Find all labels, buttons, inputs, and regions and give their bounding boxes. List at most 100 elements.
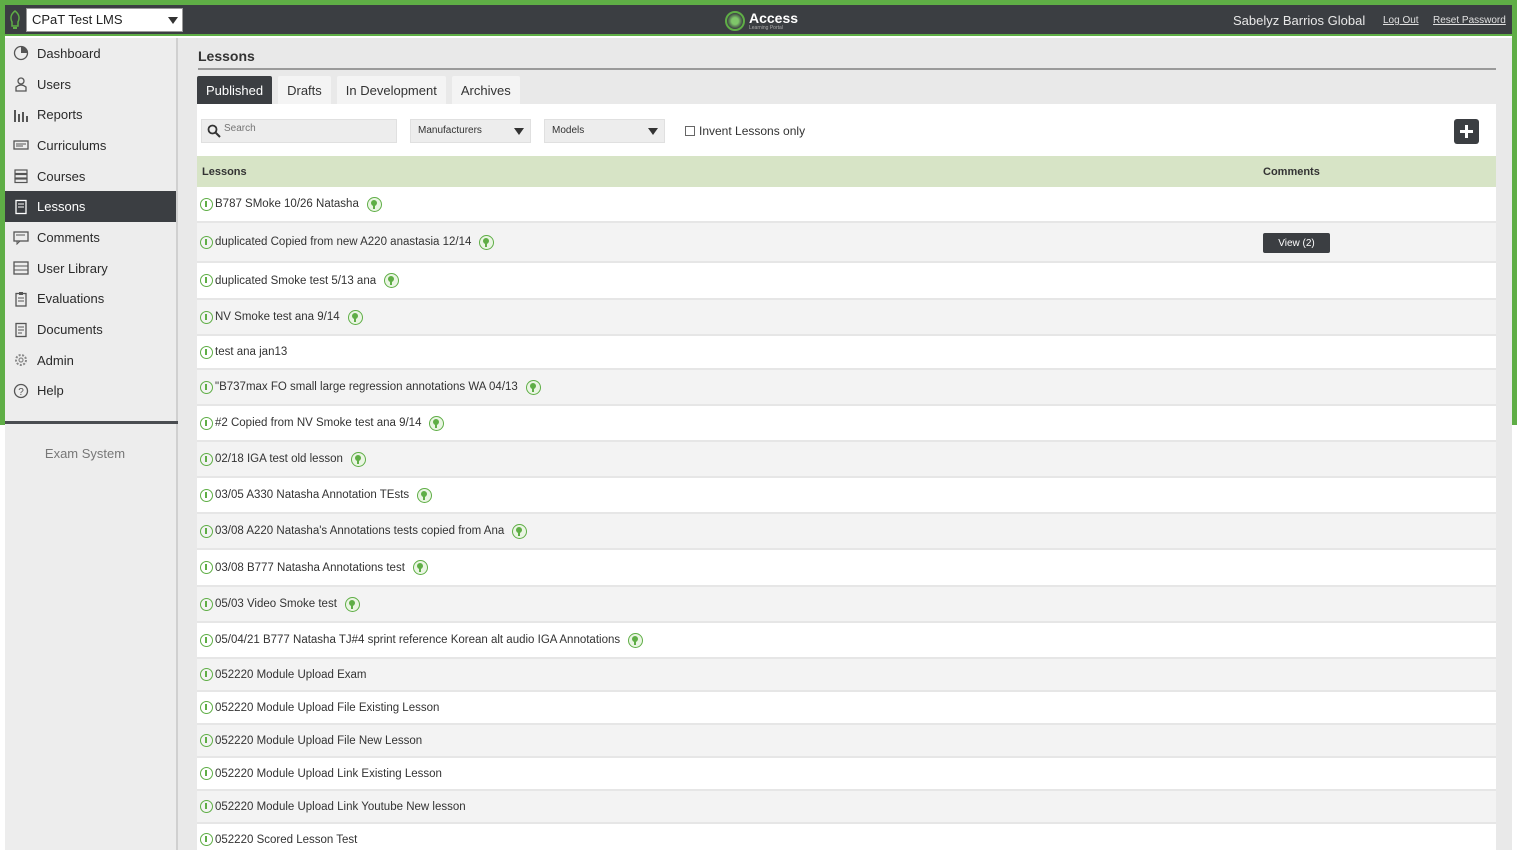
published-icon bbox=[384, 273, 400, 288]
published-icon bbox=[512, 523, 528, 539]
sidebar-item-dashboard[interactable]: Dashboard bbox=[5, 38, 176, 69]
tab-archives[interactable]: Archives bbox=[451, 76, 520, 104]
view-comments-button[interactable]: View (2) bbox=[1263, 233, 1330, 253]
reset-password-link[interactable]: Reset Password bbox=[1433, 15, 1506, 26]
sidebar-item-label: Help bbox=[37, 383, 64, 399]
lesson-type-icon bbox=[200, 488, 213, 502]
lesson-title[interactable]: 05/03 Video Smoke test bbox=[215, 598, 337, 610]
table-row[interactable]: 05/03 Video Smoke test bbox=[197, 587, 1496, 623]
dashboard-icon bbox=[13, 45, 29, 61]
published-icon bbox=[525, 379, 541, 395]
table-row[interactable]: 03/08 B777 Natasha Annotations test bbox=[197, 550, 1496, 587]
lesson-title[interactable]: 03/08 A220 Natasha's Annotations tests c… bbox=[215, 525, 504, 537]
lesson-title[interactable]: NV Smoke test ana 9/14 bbox=[215, 311, 340, 323]
table-row[interactable]: 052220 Module Upload Exam bbox=[197, 659, 1496, 692]
sidebar-item-comments[interactable]: Comments bbox=[5, 222, 176, 253]
invent-lessons-filter[interactable]: Invent Lessons only bbox=[685, 124, 805, 138]
courses-icon bbox=[13, 168, 29, 184]
sidebar-item-users[interactable]: Users bbox=[5, 69, 176, 100]
tab-published[interactable]: Published bbox=[197, 76, 273, 104]
search-box[interactable] bbox=[201, 119, 397, 143]
lesson-type-icon bbox=[200, 597, 213, 611]
table-row[interactable]: 052220 Module Upload File Existing Lesso… bbox=[197, 692, 1496, 725]
logo-text: Access bbox=[749, 9, 799, 26]
table-row[interactable]: NV Smoke test ana 9/14 bbox=[197, 300, 1496, 336]
add-lesson-button[interactable] bbox=[1454, 119, 1479, 144]
lesson-title[interactable]: 03/05 A330 Natasha Annotation TEsts bbox=[215, 489, 409, 501]
lesson-title[interactable]: #2 Copied from NV Smoke test ana 9/14 bbox=[215, 417, 421, 429]
lesson-title[interactable]: B787 SMoke 10/26 Natasha bbox=[215, 198, 359, 210]
lesson-type-icon bbox=[200, 734, 213, 747]
sidebar-item-courses[interactable]: Courses bbox=[5, 161, 176, 192]
lesson-title[interactable]: 052220 Scored Lesson Test bbox=[215, 834, 357, 846]
search-input[interactable] bbox=[224, 123, 389, 134]
sidebar-item-reports[interactable]: Reports bbox=[5, 99, 176, 130]
sidebar-item-user-library[interactable]: User Library bbox=[5, 253, 176, 284]
page-title: Lessons bbox=[198, 48, 255, 64]
table-row[interactable]: duplicated Smoke test 5/13 ana bbox=[197, 263, 1496, 300]
lesson-title[interactable]: 052220 Module Upload File New Lesson bbox=[215, 735, 422, 747]
organization-select-value: CPaT Test LMS bbox=[32, 12, 123, 27]
lesson-type-icon bbox=[200, 416, 213, 430]
sidebar-item-admin[interactable]: Admin bbox=[5, 345, 176, 376]
sidebar-item-documents[interactable]: Documents bbox=[5, 314, 176, 345]
sidebar-item-label: Lessons bbox=[37, 199, 86, 215]
table-row[interactable]: 052220 Scored Lesson Test bbox=[197, 824, 1496, 850]
models-dropdown[interactable]: Models bbox=[544, 119, 665, 143]
table-row[interactable]: 052220 Module Upload Link Youtube New le… bbox=[197, 791, 1496, 824]
sidebar-item-label: Reports bbox=[37, 107, 83, 123]
published-icon bbox=[429, 415, 445, 431]
sidebar-item-label: User Library bbox=[37, 260, 108, 276]
invent-lessons-checkbox[interactable] bbox=[685, 126, 695, 136]
tab-in-development[interactable]: In Development bbox=[336, 76, 446, 104]
table-row[interactable]: 05/04/21 B777 Natasha TJ#4 sprint refere… bbox=[197, 623, 1496, 659]
lesson-type-icon bbox=[200, 767, 213, 780]
lesson-title[interactable]: duplicated Smoke test 5/13 ana bbox=[215, 275, 376, 287]
sidebar-item-label: Users bbox=[37, 76, 71, 92]
published-icon bbox=[347, 309, 363, 325]
manufacturers-label: Manufacturers bbox=[418, 125, 482, 136]
sidebar-item-label: Documents bbox=[37, 322, 103, 338]
lesson-title[interactable]: 052220 Module Upload File Existing Lesso… bbox=[215, 702, 439, 714]
tab-drafts[interactable]: Drafts bbox=[278, 76, 331, 104]
lesson-title[interactable]: 052220 Module Upload Link Youtube New le… bbox=[215, 801, 466, 813]
lesson-title[interactable]: duplicated Copied from new A220 anastasi… bbox=[215, 236, 471, 248]
sidebar-item-curriculums[interactable]: Curriculums bbox=[5, 130, 176, 161]
logout-link[interactable]: Log Out bbox=[1383, 15, 1419, 26]
table-row[interactable]: B787 SMoke 10/26 Natasha bbox=[197, 187, 1496, 223]
published-icon bbox=[412, 560, 428, 575]
table-row[interactable]: duplicated Copied from new A220 anastasi… bbox=[197, 223, 1496, 263]
table-row[interactable]: 052220 Module Upload Link Existing Lesso… bbox=[197, 758, 1496, 791]
lesson-type-icon bbox=[200, 310, 213, 324]
lesson-title[interactable]: 03/08 B777 Natasha Annotations test bbox=[215, 562, 405, 574]
sidebar-divider bbox=[5, 421, 178, 424]
main-content: Lessons Published Drafts In Development Arc… bbox=[178, 38, 1512, 850]
sidebar-item-label: Admin bbox=[37, 352, 74, 368]
table-row[interactable]: 03/08 A220 Natasha's Annotations tests c… bbox=[197, 514, 1496, 550]
lesson-type-icon bbox=[200, 833, 213, 846]
lesson-title[interactable]: test ana jan13 bbox=[215, 346, 287, 358]
table-row[interactable]: "B737max FO small large regression annot… bbox=[197, 370, 1496, 406]
manufacturers-dropdown[interactable]: Manufacturers bbox=[410, 119, 531, 143]
lesson-title[interactable]: "B737max FO small large regression annot… bbox=[215, 381, 518, 393]
lesson-title[interactable]: 05/04/21 B777 Natasha TJ#4 sprint refere… bbox=[215, 634, 620, 646]
access-logo: Access Learning Portal bbox=[725, 8, 798, 34]
organization-select[interactable]: CPaT Test LMS bbox=[26, 8, 183, 32]
sidebar-item-evaluations[interactable]: Evaluations bbox=[5, 284, 176, 315]
exam-system-link[interactable]: Exam System bbox=[5, 446, 165, 461]
sidebar-item-lessons[interactable]: Lessons bbox=[5, 191, 176, 223]
invent-lessons-label: Invent Lessons only bbox=[699, 124, 806, 138]
sidebar-item-help[interactable]: ? Help bbox=[5, 376, 176, 407]
table-row[interactable]: #2 Copied from NV Smoke test ana 9/14 bbox=[197, 406, 1496, 442]
table-row[interactable]: 052220 Module Upload File New Lesson bbox=[197, 725, 1496, 758]
table-row[interactable]: 03/05 A330 Natasha Annotation TEsts bbox=[197, 478, 1496, 514]
table-row[interactable]: test ana jan13 bbox=[197, 336, 1496, 370]
column-header-comments: Comments bbox=[1263, 166, 1320, 178]
lesson-title[interactable]: 052220 Module Upload Exam bbox=[215, 669, 367, 681]
published-icon bbox=[350, 451, 366, 467]
user-icon bbox=[13, 76, 29, 92]
lesson-type-icon bbox=[200, 235, 213, 249]
lesson-title[interactable]: 052220 Module Upload Link Existing Lesso… bbox=[215, 768, 442, 780]
table-row[interactable]: 02/18 IGA test old lesson bbox=[197, 442, 1496, 478]
lesson-title[interactable]: 02/18 IGA test old lesson bbox=[215, 453, 343, 465]
